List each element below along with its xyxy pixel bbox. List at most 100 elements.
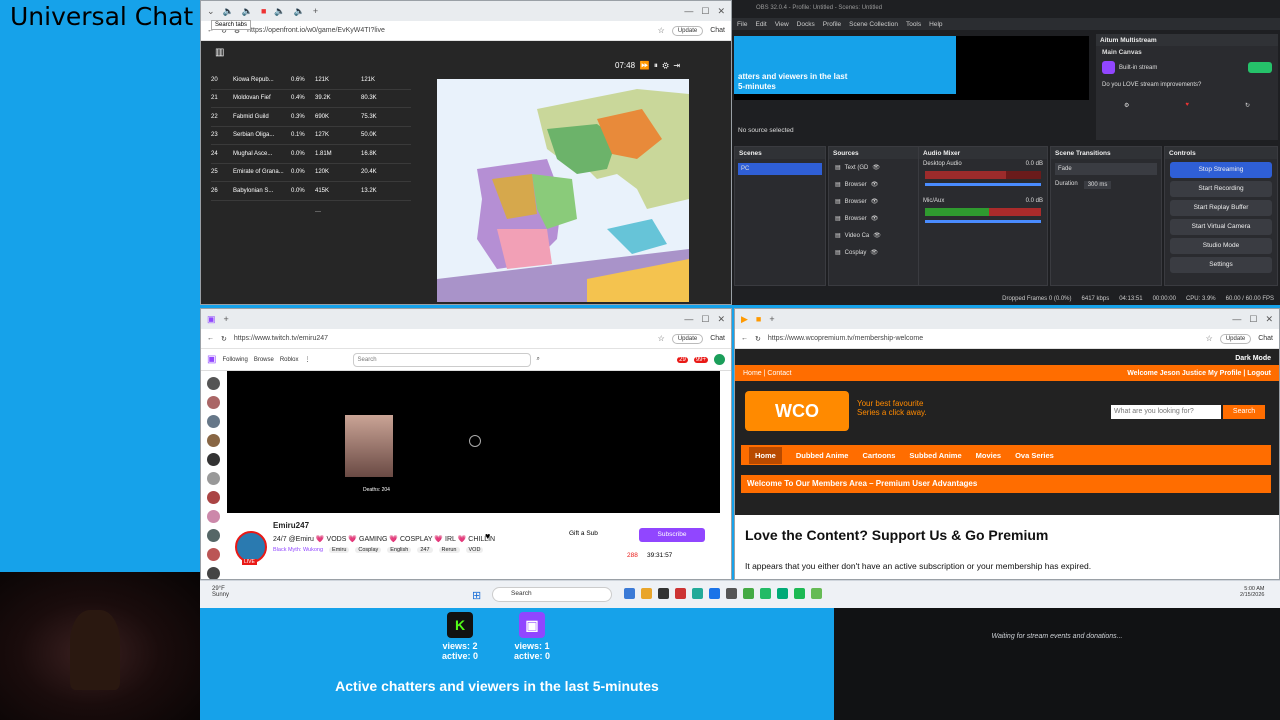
followed-channel-avatar[interactable] (206, 434, 220, 447)
obs-menu-item[interactable]: Docks (797, 21, 815, 28)
url-text[interactable]: https://openfront.io/w0/game/EvKyW4TI?li… (247, 27, 651, 34)
update-button[interactable]: Update (671, 333, 704, 344)
minimize-icon[interactable]: — (684, 314, 693, 324)
wco-search-button[interactable]: Search (1223, 405, 1265, 419)
video-player[interactable]: Deaths: 204 (227, 371, 720, 513)
nav-following[interactable]: Following (222, 357, 247, 363)
maximize-icon[interactable]: ☐ (701, 6, 709, 17)
followed-channel-avatar[interactable] (206, 548, 220, 561)
followed-channel-avatar[interactable] (206, 529, 220, 542)
taskbar-search[interactable]: Search (492, 587, 612, 602)
control-button[interactable]: Start Recording (1170, 181, 1272, 197)
obs-menu-item[interactable]: Tools (906, 21, 921, 28)
close-icon[interactable]: ✕ (1265, 314, 1273, 325)
obs-menu-item[interactable]: Profile (823, 21, 841, 28)
mic-slider[interactable] (925, 220, 1041, 223)
search-input[interactable]: Search (352, 352, 531, 367)
followed-channel-avatar[interactable] (206, 377, 220, 390)
followed-channel-avatar[interactable] (206, 415, 220, 428)
settings-icon[interactable]: ⚙ (1124, 102, 1129, 109)
taskbar-app-icon[interactable] (692, 588, 703, 599)
tab-icon[interactable]: ■ (756, 314, 761, 324)
stream-tag[interactable]: Rerun (438, 547, 460, 553)
exit-icon[interactable]: ⇥ (671, 61, 680, 70)
followed-channel-avatar[interactable] (206, 567, 220, 579)
stream-toggle[interactable] (1248, 62, 1272, 73)
maximize-icon[interactable]: ☐ (1249, 314, 1257, 325)
game-map[interactable] (437, 79, 689, 302)
new-tab-icon[interactable]: + (769, 314, 774, 324)
wco-nav-item[interactable]: Cartoons (862, 451, 895, 460)
wco-search-input[interactable]: What are you looking for? (1111, 405, 1221, 419)
game-link[interactable]: Black Myth: Wukong (273, 547, 323, 553)
desktop-audio-slider[interactable] (925, 183, 1041, 186)
heart-icon[interactable]: ♥ (485, 531, 490, 541)
scene-item-pc[interactable]: PC (738, 163, 822, 175)
wco-nav-item[interactable]: Home (749, 446, 782, 464)
eye-icon[interactable]: 👁 (871, 181, 879, 188)
minimize-icon[interactable]: — (684, 6, 693, 16)
control-button[interactable]: Studio Mode (1170, 238, 1272, 254)
taskbar-app-icon[interactable] (641, 588, 652, 599)
followed-channel-avatar[interactable] (206, 510, 220, 523)
taskbar-app-icon[interactable] (726, 588, 737, 599)
star-icon[interactable]: ☆ (658, 334, 665, 343)
taskbar-app-icon[interactable] (811, 588, 822, 599)
followed-channel-avatar[interactable] (206, 491, 220, 504)
wco-nav-item[interactable]: Ova Series (1015, 451, 1054, 460)
obs-menu-item[interactable]: Help (929, 21, 942, 28)
gift-sub-button[interactable]: Gift a Sub (569, 530, 598, 537)
twitch-logo-icon[interactable]: ▣ (207, 354, 216, 365)
control-button[interactable]: Stop Streaming (1170, 162, 1272, 178)
search-icon[interactable]: ⌕ (537, 356, 540, 363)
refresh-icon[interactable]: ↻ (1245, 102, 1250, 109)
taskbar-app-icon[interactable] (675, 588, 686, 599)
nav-browse[interactable]: Browse (254, 357, 274, 363)
record-icon[interactable]: ■ (261, 6, 266, 16)
new-tab-icon[interactable]: + (313, 6, 318, 16)
reload-icon[interactable]: ↻ (755, 335, 761, 343)
settings-icon[interactable]: ⚙ (660, 61, 668, 70)
obs-menu-item[interactable]: Edit (755, 21, 766, 28)
avatar[interactable] (714, 354, 725, 365)
taskbar-app-icon[interactable] (658, 588, 669, 599)
heart-icon[interactable]: ♥ (1185, 102, 1189, 109)
new-tab-icon[interactable]: + (224, 314, 229, 324)
control-button[interactable]: Start Virtual Camera (1170, 219, 1272, 235)
star-icon[interactable]: ☆ (1206, 334, 1213, 343)
wco-nav-item[interactable]: Movies (976, 451, 1001, 460)
subscribe-button[interactable]: Subscribe (639, 528, 705, 542)
taskbar-app-icon[interactable] (777, 588, 788, 599)
taskbar-app-icon[interactable] (794, 588, 805, 599)
wco-nav-item[interactable]: Dubbed Anime (796, 451, 849, 460)
eye-icon[interactable]: 👁 (870, 249, 878, 256)
contact-link[interactable]: Contact (767, 370, 791, 377)
back-icon[interactable]: ← (741, 335, 748, 342)
followed-channel-avatar[interactable] (206, 472, 220, 485)
stream-tag[interactable]: Cosplay (355, 547, 382, 553)
fast-forward-icon[interactable]: ⏩ (637, 61, 649, 70)
chat-button[interactable]: Chat (710, 27, 725, 34)
back-icon[interactable]: ← (207, 335, 214, 342)
chat-button[interactable]: Chat (1258, 335, 1273, 342)
stream-tag[interactable]: Emiru (329, 547, 350, 553)
whispers-badge[interactable]: 99+ (693, 356, 708, 363)
eye-icon[interactable]: 👁 (872, 164, 880, 171)
notifications-badge[interactable]: 29 (677, 356, 688, 363)
weather-widget[interactable]: 29°F Sunny (212, 586, 229, 598)
eye-icon[interactable]: 👁 (871, 198, 879, 205)
control-button[interactable]: Start Replay Buffer (1170, 200, 1272, 216)
wco-nav-item[interactable]: Subbed Anime (909, 451, 961, 460)
speaker-icon[interactable]: 🔈 (294, 6, 305, 17)
followed-channel-avatar[interactable] (206, 396, 220, 409)
dark-mode-toggle[interactable]: Dark Mode (1235, 355, 1271, 362)
star-icon[interactable]: ☆ (658, 26, 665, 35)
stats-icon[interactable]: ▥ (215, 47, 224, 58)
chat-button[interactable]: Chat (710, 335, 725, 342)
update-button[interactable]: Update (1219, 333, 1252, 344)
start-icon[interactable]: ⊞ (472, 589, 481, 602)
stream-tag[interactable]: English (387, 547, 412, 553)
speaker-icon[interactable]: 🔈 (274, 6, 285, 17)
duration-input[interactable]: 300 ms (1083, 181, 1112, 189)
minimize-icon[interactable]: — (1232, 314, 1241, 324)
